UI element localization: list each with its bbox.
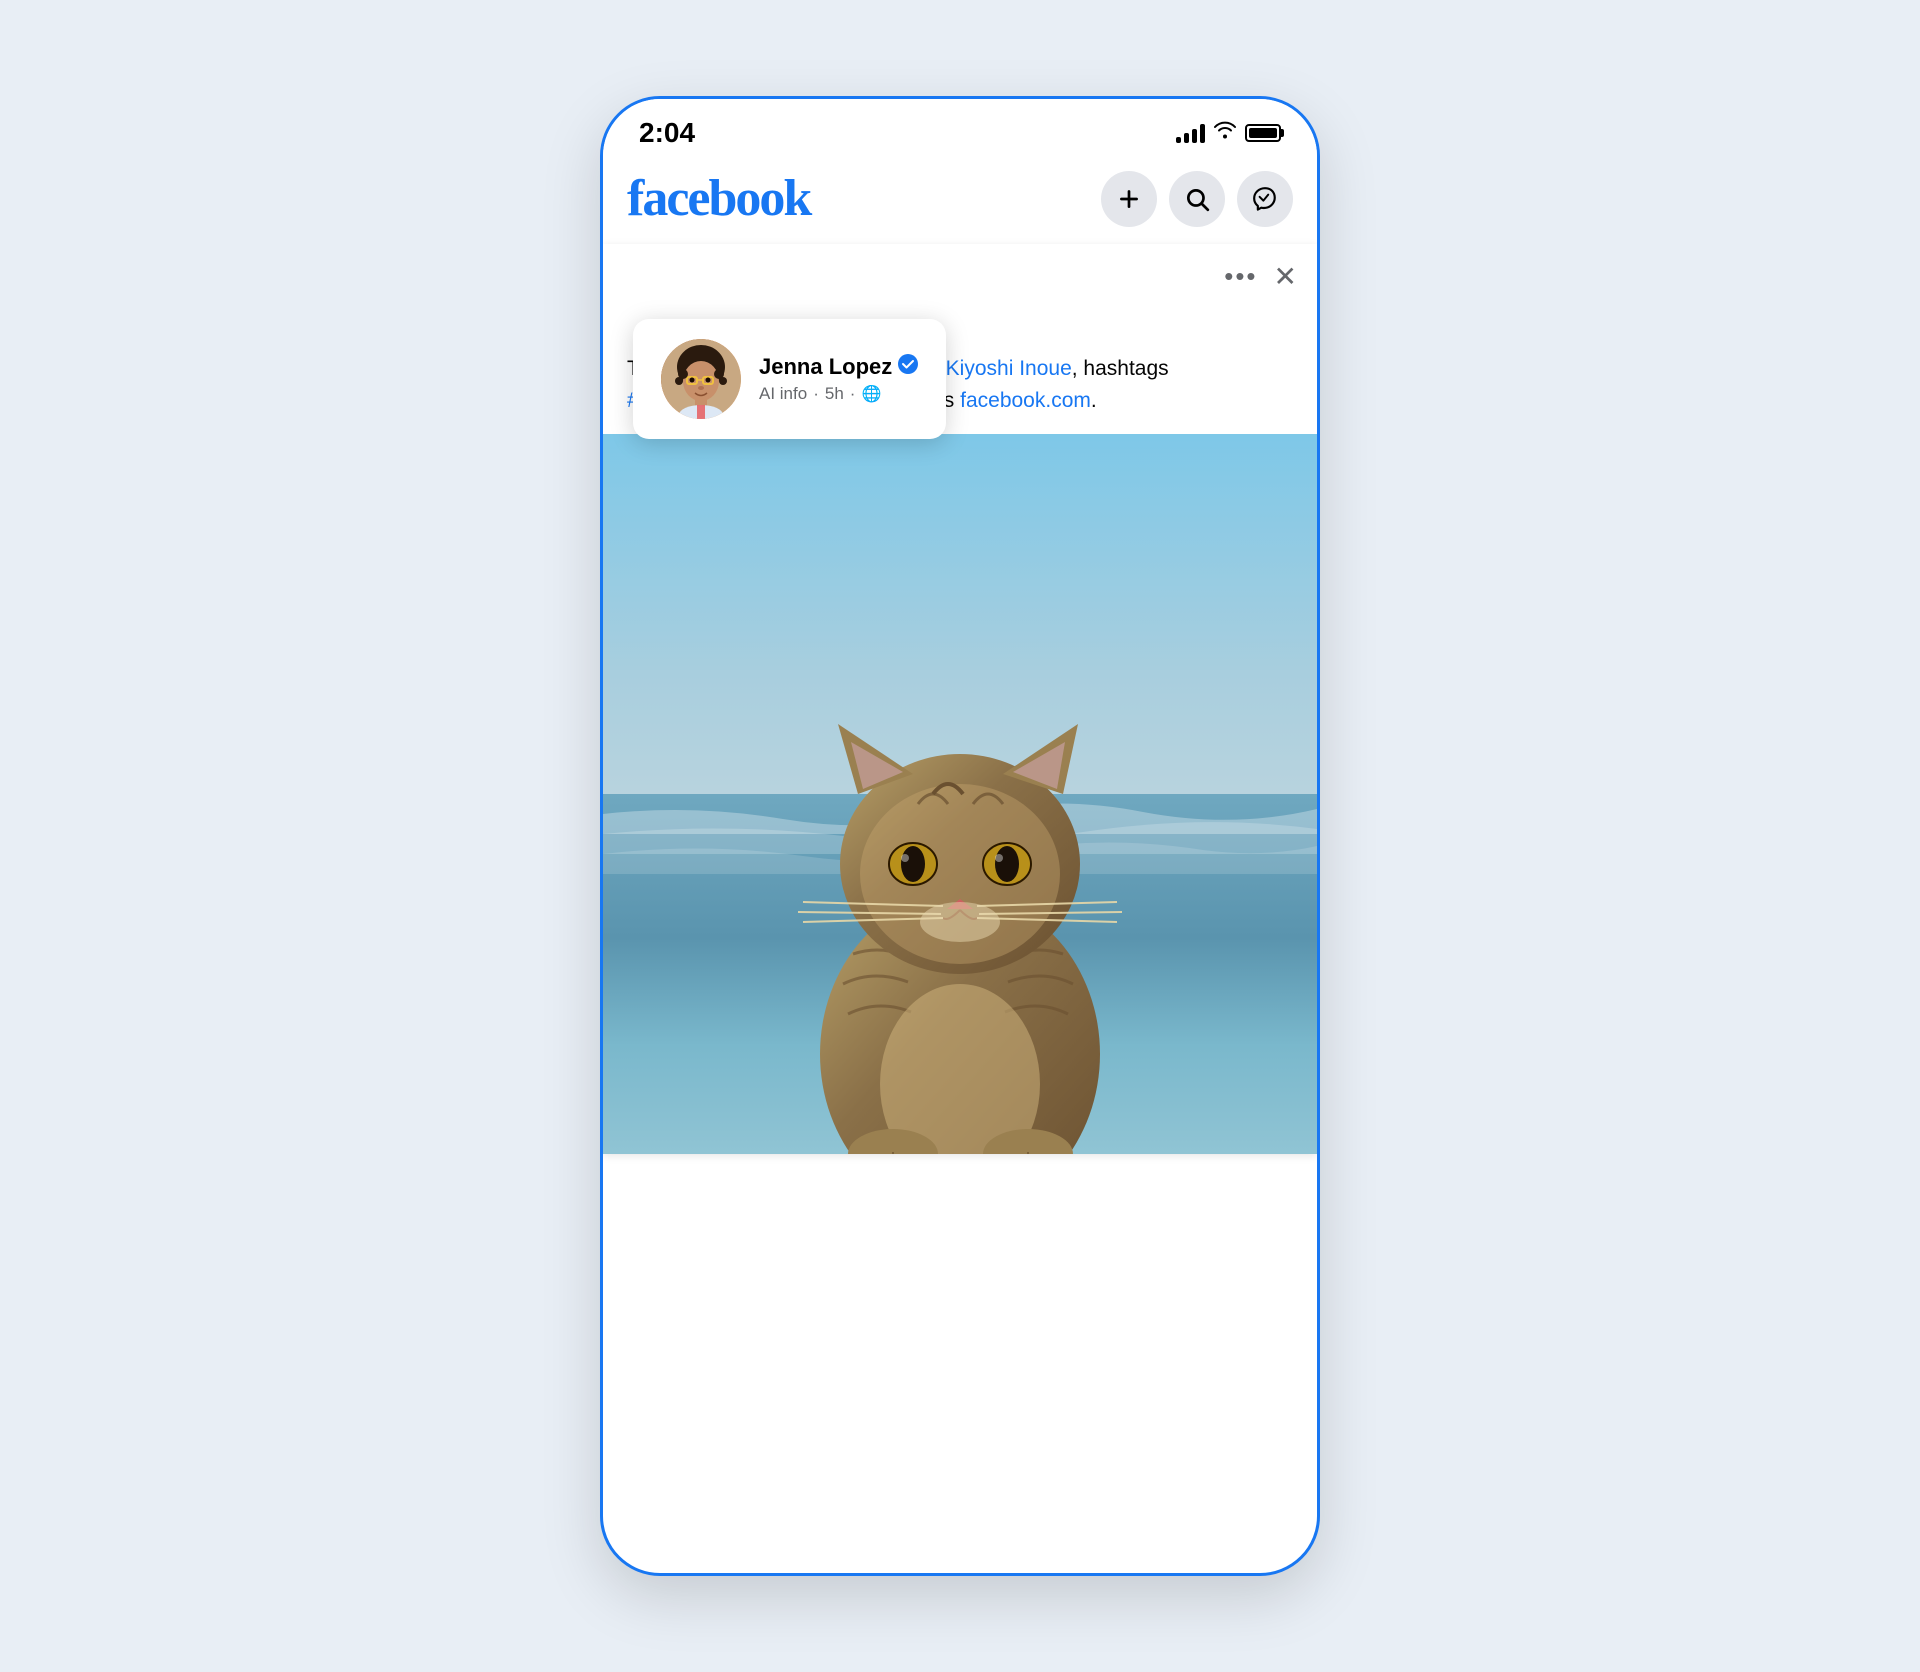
search-button[interactable] bbox=[1169, 171, 1225, 227]
author-popup: Jenna Lopez AI info · 5h · 🌐 bbox=[633, 319, 946, 439]
signal-icon bbox=[1176, 123, 1205, 143]
author-meta: AI info · 5h · 🌐 bbox=[759, 384, 918, 404]
fb-header: facebook bbox=[603, 159, 1317, 244]
post-header: ••• ✕ bbox=[603, 244, 1317, 293]
messenger-button[interactable] bbox=[1237, 171, 1293, 227]
time-ago: 5h bbox=[825, 384, 844, 404]
more-options-button[interactable]: ••• bbox=[1224, 261, 1257, 292]
verified-badge bbox=[898, 354, 918, 380]
wifi-icon bbox=[1213, 120, 1237, 146]
header-icons bbox=[1101, 171, 1293, 227]
status-bar: 2:04 bbox=[603, 99, 1317, 159]
website-link[interactable]: facebook.com bbox=[960, 389, 1091, 412]
mention-link[interactable]: Kiyoshi Inoue bbox=[946, 357, 1072, 380]
status-time: 2:04 bbox=[639, 117, 695, 149]
add-button[interactable] bbox=[1101, 171, 1157, 227]
globe-icon: 🌐 bbox=[861, 384, 881, 404]
status-icons bbox=[1176, 120, 1281, 146]
author-name: Jenna Lopez bbox=[759, 354, 892, 380]
author-info: Jenna Lopez AI info · 5h · 🌐 bbox=[759, 354, 918, 404]
battery-icon bbox=[1245, 124, 1281, 142]
facebook-logo: facebook bbox=[627, 169, 810, 228]
body-text-suffix: . bbox=[1091, 389, 1097, 412]
close-button[interactable]: ✕ bbox=[1274, 260, 1297, 293]
body-text-middle: , hashtags bbox=[1072, 357, 1169, 380]
ai-info-label: AI info bbox=[759, 384, 807, 404]
separator2: · bbox=[850, 384, 856, 404]
avatar bbox=[661, 339, 741, 419]
separator: · bbox=[813, 384, 819, 404]
post-image bbox=[603, 434, 1317, 1154]
author-name-row: Jenna Lopez bbox=[759, 354, 918, 380]
phone-frame: 2:04 facebook bbox=[600, 96, 1320, 1576]
